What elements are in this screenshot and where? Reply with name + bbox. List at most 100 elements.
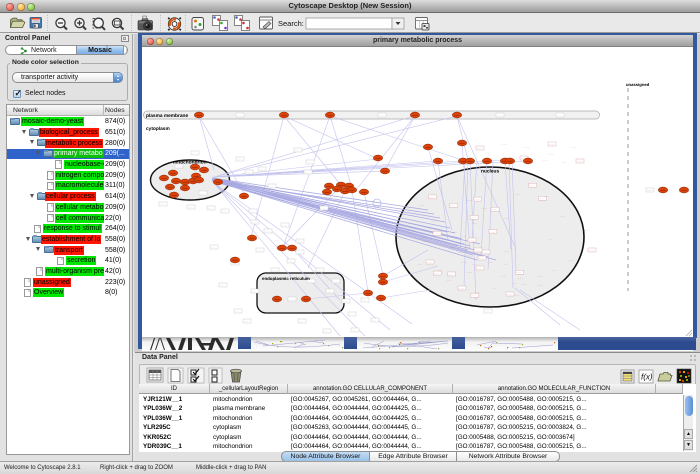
svg-text:·····: ····· [452, 230, 457, 234]
svg-text:·····: ····· [477, 146, 482, 150]
svg-text:····: ···· [297, 250, 301, 254]
svg-text:·····: ····· [427, 260, 432, 264]
svg-text:·····: ····· [517, 276, 522, 280]
svg-text:·····: ····· [504, 249, 509, 253]
svg-text:····: ···· [235, 309, 239, 313]
svg-text:·····: ····· [529, 183, 534, 187]
svg-text:·····: ····· [434, 231, 439, 235]
svg-text:·····: ····· [552, 268, 557, 272]
svg-text:····: ···· [324, 329, 328, 333]
svg-text:·····: ····· [458, 250, 463, 254]
svg-text:·····: ····· [483, 250, 488, 254]
svg-text:endoplasmic reticulum: endoplasmic reticulum [262, 276, 310, 281]
svg-text:·····: ····· [549, 152, 554, 156]
svg-text:·····: ····· [419, 204, 424, 208]
svg-text:cytoplasm: cytoplasm [146, 126, 170, 132]
svg-text:·····: ····· [536, 283, 541, 287]
svg-text:····: ···· [343, 299, 347, 303]
svg-text:·····: ····· [515, 192, 520, 196]
svg-text:·····: ····· [567, 259, 572, 263]
svg-text:····: ···· [257, 248, 261, 252]
svg-text:·····: ····· [468, 254, 473, 258]
svg-text:·····: ····· [467, 270, 472, 274]
svg-text:·····: ····· [481, 206, 486, 210]
svg-text:····: ···· [250, 209, 254, 213]
svg-text:····: ···· [485, 309, 489, 313]
svg-text:f(x): f(x) [641, 373, 653, 382]
svg-text:····: ···· [352, 328, 356, 332]
svg-text:····: ···· [321, 206, 325, 210]
svg-text:·····: ····· [647, 188, 652, 192]
svg-text:····: ···· [237, 113, 241, 117]
svg-text:·····: ····· [571, 145, 576, 149]
svg-text:·····: ····· [543, 158, 548, 162]
svg-text:····: ···· [208, 206, 212, 210]
svg-text:·····: ····· [469, 238, 474, 242]
svg-text:····: ···· [222, 209, 226, 213]
svg-text:plasma membrane: plasma membrane [146, 113, 188, 119]
svg-text:····: ···· [327, 289, 331, 293]
svg-text:·····: ····· [417, 262, 422, 266]
svg-text:nucleus: nucleus [481, 169, 499, 175]
svg-text:····: ···· [372, 318, 376, 322]
svg-text:·····: ····· [479, 256, 484, 260]
svg-text:····: ···· [362, 298, 366, 302]
svg-text:·····: ····· [522, 282, 527, 286]
svg-text:·····: ····· [477, 266, 482, 270]
svg-text:·····: ····· [431, 219, 436, 223]
svg-text:·····: ····· [472, 221, 477, 225]
svg-text:·····: ····· [589, 248, 594, 252]
svg-text:·····: ····· [461, 234, 466, 238]
svg-text:·····: ····· [448, 272, 453, 276]
svg-text:·····: ····· [544, 194, 549, 198]
svg-text:·····: ····· [562, 160, 567, 164]
svg-text:·····: ····· [516, 270, 521, 274]
svg-text:·····: ····· [525, 145, 530, 149]
svg-text:·····: ····· [492, 208, 497, 212]
svg-text:····: ···· [299, 319, 303, 323]
svg-text:····: ···· [211, 245, 215, 249]
svg-text:mitochondrion: mitochondrion [173, 160, 207, 166]
svg-text:····: ···· [244, 319, 248, 323]
svg-text:····: ···· [289, 297, 293, 301]
svg-text:····: ···· [497, 113, 501, 117]
svg-text:·····: ····· [462, 260, 467, 264]
svg-text:unassigned: unassigned [626, 82, 650, 87]
svg-text:····: ···· [192, 151, 196, 155]
svg-text:·····: ····· [449, 245, 454, 249]
svg-text:·····: ····· [429, 195, 434, 199]
svg-text:····: ···· [200, 191, 204, 195]
svg-text:····: ···· [246, 170, 250, 174]
svg-text:·····: ····· [492, 286, 497, 290]
svg-text:····: ···· [349, 312, 353, 316]
svg-text:·····: ····· [504, 216, 509, 220]
svg-text:·····: ····· [507, 292, 512, 296]
svg-text:·····: ····· [547, 237, 552, 241]
svg-text:·····: ····· [422, 239, 427, 243]
svg-text:····: ···· [220, 283, 224, 287]
svg-text:·····: ····· [500, 275, 505, 279]
svg-text:····: ···· [160, 202, 164, 206]
svg-text:·····: ····· [489, 230, 494, 234]
svg-text:····: ···· [259, 167, 263, 171]
svg-text:·····: ····· [467, 199, 472, 203]
svg-text:····: ···· [252, 289, 256, 293]
svg-text:·····: ····· [537, 274, 542, 278]
svg-text:····: ···· [288, 259, 292, 263]
svg-text:·····: ····· [474, 197, 479, 201]
svg-text:····: ···· [305, 170, 309, 174]
svg-text:·····: ····· [583, 228, 588, 232]
svg-text:····: ···· [265, 229, 269, 233]
svg-text:·····: ····· [514, 293, 519, 297]
svg-text:·····: ····· [475, 248, 480, 252]
svg-text:·····: ····· [471, 216, 476, 220]
svg-text:····: ···· [333, 279, 337, 283]
svg-text:····: ···· [307, 160, 311, 164]
svg-text:·····: ····· [487, 260, 492, 264]
svg-text:····: ···· [297, 239, 301, 243]
svg-text:·····: ····· [503, 262, 508, 266]
svg-text:····: ···· [272, 268, 276, 272]
svg-text:····: ···· [269, 184, 273, 188]
svg-text:·····: ····· [450, 204, 455, 208]
svg-text:·····: ····· [465, 245, 470, 249]
